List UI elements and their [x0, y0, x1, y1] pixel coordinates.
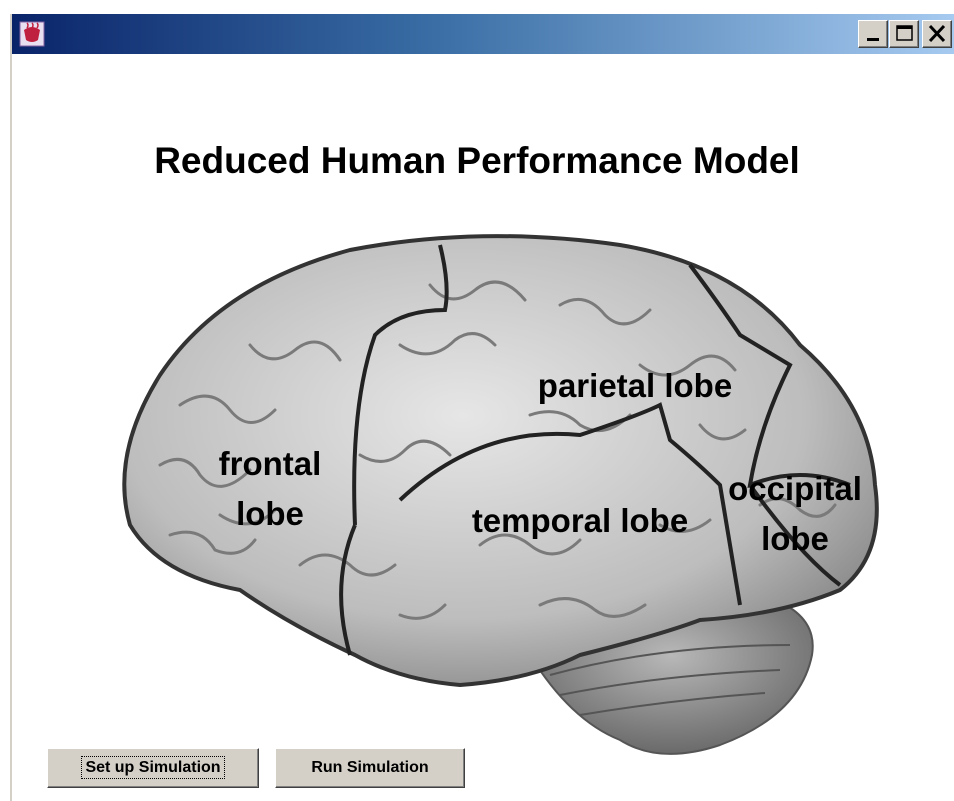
- close-button[interactable]: [922, 20, 952, 48]
- title-bar[interactable]: [12, 14, 954, 54]
- page-title: Reduced Human Performance Model: [154, 140, 800, 181]
- setup-simulation-button[interactable]: Set up Simulation: [47, 748, 259, 788]
- minimize-button[interactable]: [858, 20, 888, 48]
- maximize-icon: [896, 25, 913, 41]
- close-icon: [928, 24, 946, 43]
- brain-image: frontal lobe parietal lobe temporal lobe…: [122, 234, 879, 755]
- setup-simulation-label: Set up Simulation: [81, 756, 225, 779]
- label-frontal-line2: lobe: [236, 495, 304, 532]
- label-occipital-line1: occipital: [728, 470, 862, 507]
- label-temporal: temporal lobe: [472, 502, 688, 539]
- label-frontal-line1: frontal: [219, 445, 322, 482]
- java-cup-icon: [18, 20, 46, 48]
- label-occipital-line2: lobe: [761, 520, 829, 557]
- minimize-icon: [867, 38, 879, 41]
- maximize-button[interactable]: [889, 20, 919, 48]
- run-simulation-button[interactable]: Run Simulation: [275, 748, 465, 788]
- label-parietal: parietal lobe: [538, 367, 732, 404]
